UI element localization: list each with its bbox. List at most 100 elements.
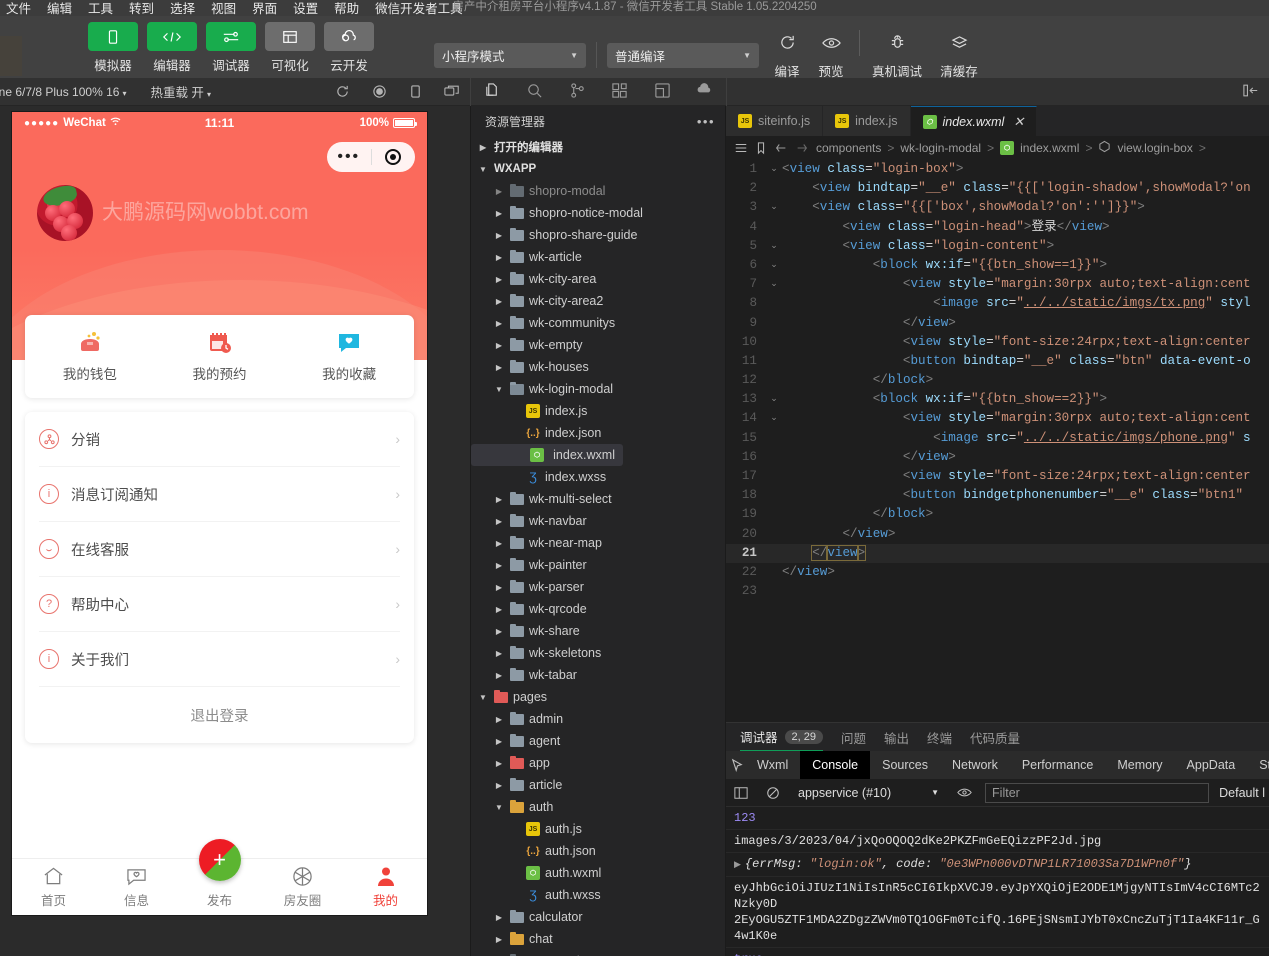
toolbar-mode-编辑器[interactable]: 编辑器 — [147, 22, 197, 74]
back-arrow-icon[interactable] — [774, 141, 788, 155]
menu-item-8[interactable]: 帮助 — [326, 2, 367, 16]
source-control-icon[interactable] — [569, 82, 586, 102]
inspect-element-icon[interactable] — [730, 758, 745, 773]
tree-item-index.wxss[interactable]: Ʒindex.wxss — [471, 466, 725, 488]
expand-arrow-icon[interactable]: ▶ — [734, 860, 741, 870]
rotate-icon[interactable] — [335, 84, 350, 99]
window-icon[interactable] — [444, 84, 460, 99]
fold-toggle-icon[interactable]: ⌄ — [766, 275, 782, 294]
search-icon[interactable] — [526, 82, 543, 102]
tree-item-article[interactable]: ▶article — [471, 774, 725, 796]
toolbar-action-真机调试[interactable]: 真机调试 — [866, 30, 928, 80]
console-sidebar-icon[interactable] — [730, 786, 752, 800]
devtools-tab-Wxml[interactable]: Wxml — [745, 751, 800, 779]
menu-item-5[interactable]: 视图 — [203, 2, 244, 16]
debug-tab-终端[interactable]: 终端 — [927, 723, 952, 751]
close-target-icon[interactable] — [372, 149, 416, 165]
quick-action-我的收藏[interactable]: 我的收藏 — [284, 315, 414, 398]
phone-simulator[interactable]: ●●●●● WeChat 11:11 100% — [12, 112, 427, 915]
clear-console-icon[interactable] — [762, 786, 784, 800]
tree-item-wk-near-map[interactable]: ▶wk-near-map — [471, 532, 725, 554]
code-editor[interactable]: 1⌄<view class="login-box">2 <view bindta… — [726, 160, 1269, 722]
toolbar-action-编译[interactable]: 编译 — [765, 30, 809, 80]
fold-toggle-icon[interactable]: ⌄ — [766, 256, 782, 275]
tree-item-wk-qrcode[interactable]: ▶wk-qrcode — [471, 598, 725, 620]
tree-item-shopro-notice-modal[interactable]: ▶shopro-notice-modal — [471, 202, 725, 224]
toolbar-action-预览[interactable]: 预览 — [809, 30, 853, 80]
compile-select[interactable]: 普通编译 ▼ — [607, 43, 759, 68]
devtools-tab-AppData[interactable]: AppData — [1175, 751, 1248, 779]
menu-item-2[interactable]: 工具 — [80, 2, 121, 16]
tree-item-agent[interactable]: ▶agent — [471, 730, 725, 752]
avatar[interactable] — [37, 185, 93, 241]
log-level-selector[interactable]: Default l — [1219, 786, 1265, 800]
record-icon[interactable] — [372, 84, 387, 99]
tab-信息[interactable]: 信息 — [95, 859, 178, 915]
panel-toggle-icon[interactable] — [1243, 83, 1259, 101]
console-filter-input[interactable]: Filter — [985, 783, 1209, 803]
toolbar-mode-调试器[interactable]: 调试器 — [206, 22, 256, 74]
tree-item-index.wxml[interactable]: ⬡index.wxml — [471, 444, 623, 466]
explorer-section-open-editors[interactable]: ▶ 打开的编辑器 — [471, 136, 725, 158]
tree-item-auth.wxss[interactable]: Ʒauth.wxss — [471, 884, 725, 906]
mode-select[interactable]: 小程序模式 ▼ — [434, 43, 586, 68]
forward-arrow-icon[interactable] — [795, 141, 809, 155]
hot-reload-selector[interactable]: 热重载 开▾ — [150, 82, 211, 101]
tree-item-wk-article[interactable]: ▶wk-article — [471, 246, 725, 268]
debug-tab-调试器[interactable]: 调试器2, 29 — [740, 723, 823, 751]
fold-toggle-icon[interactable]: ⌄ — [766, 198, 782, 217]
devtools-tab-St[interactable]: St — [1247, 751, 1269, 779]
tree-item-wk-parser[interactable]: ▶wk-parser — [471, 576, 725, 598]
outline-icon[interactable] — [654, 82, 671, 102]
tree-item-wk-empty[interactable]: ▶wk-empty — [471, 334, 725, 356]
publish-icon[interactable]: + — [199, 839, 241, 881]
tree-item-admin[interactable]: ▶admin — [471, 708, 725, 730]
menu-item-3[interactable]: 转到 — [121, 2, 162, 16]
tree-item-wk-city-area[interactable]: ▶wk-city-area — [471, 268, 725, 290]
tab-房友圈[interactable]: 房友圈 — [261, 859, 344, 915]
tree-item-wk-skeletons[interactable]: ▶wk-skeletons — [471, 642, 725, 664]
tree-item-wk-communitys[interactable]: ▶wk-communitys — [471, 312, 725, 334]
tree-item-calculator[interactable]: ▶calculator — [471, 906, 725, 928]
wechat-capsule-menu[interactable]: ••• — [327, 142, 415, 172]
tree-item-chat[interactable]: ▶chat — [471, 928, 725, 950]
tab-我的[interactable]: 我的 — [344, 859, 427, 915]
devtools-tab-Console[interactable]: Console — [800, 751, 870, 779]
outline-menu-icon[interactable] — [734, 141, 748, 155]
debug-tab-输出[interactable]: 输出 — [884, 723, 909, 751]
devtools-tab-Network[interactable]: Network — [940, 751, 1010, 779]
debug-tab-问题[interactable]: 问题 — [841, 723, 866, 751]
quick-action-我的钱包[interactable]: 我的钱包 — [25, 315, 155, 398]
debug-tab-代码质量[interactable]: 代码质量 — [970, 723, 1020, 751]
breadcrumb-item[interactable]: view.login-box — [1117, 141, 1192, 155]
file-tree[interactable]: ▶shopro-modal▶shopro-notice-modal▶shopro… — [471, 180, 725, 956]
toolbar-mode-云开发[interactable]: 云开发 — [324, 22, 374, 74]
editor-tab-index.wxml[interactable]: ⬡index.wxml✕ — [911, 106, 1038, 136]
devtools-tab-Memory[interactable]: Memory — [1105, 751, 1174, 779]
extensions-icon[interactable] — [611, 82, 628, 102]
tree-item-wk-multi-select[interactable]: ▶wk-multi-select — [471, 488, 725, 510]
toolbar-action-清缓存[interactable]: 清缓存 — [928, 30, 990, 80]
tree-item-wk-painter[interactable]: ▶wk-painter — [471, 554, 725, 576]
editor-tab-index.js[interactable]: JSindex.js — [823, 106, 910, 136]
close-icon[interactable]: ✕ — [1013, 114, 1024, 130]
console-output[interactable]: 123images/3/2023/04/jxQoOQOQ2dKe2PKZFmGe… — [726, 807, 1269, 956]
logout-button[interactable]: 退出登录 — [39, 687, 400, 743]
menu-item-9[interactable]: 微信开发者工具 — [367, 2, 471, 16]
menu-item-7[interactable]: 设置 — [285, 2, 326, 16]
tree-item-pages[interactable]: ▼pages — [471, 686, 725, 708]
menu-row-关于我们[interactable]: i关于我们› — [39, 632, 400, 687]
tree-item-auth[interactable]: ▼auth — [471, 796, 725, 818]
menu-item-6[interactable]: 界面 — [244, 2, 285, 16]
fold-toggle-icon[interactable]: ⌄ — [766, 409, 782, 428]
tree-item-app[interactable]: ▶app — [471, 752, 725, 774]
breadcrumb-item[interactable]: index.wxml — [1020, 141, 1079, 155]
toolbar-mode-可视化[interactable]: 可视化 — [265, 22, 315, 74]
tree-item-wk-houses[interactable]: ▶wk-houses — [471, 356, 725, 378]
tree-item-wk-city-area2[interactable]: ▶wk-city-area2 — [471, 290, 725, 312]
cloud-debug-icon[interactable] — [696, 82, 713, 102]
tree-item-auth.js[interactable]: JSauth.js — [471, 818, 725, 840]
quick-action-我的预约[interactable]: 我的预约 — [155, 315, 285, 398]
devtools-tab-Performance[interactable]: Performance — [1010, 751, 1106, 779]
fold-toggle-icon[interactable]: ⌄ — [766, 160, 782, 179]
